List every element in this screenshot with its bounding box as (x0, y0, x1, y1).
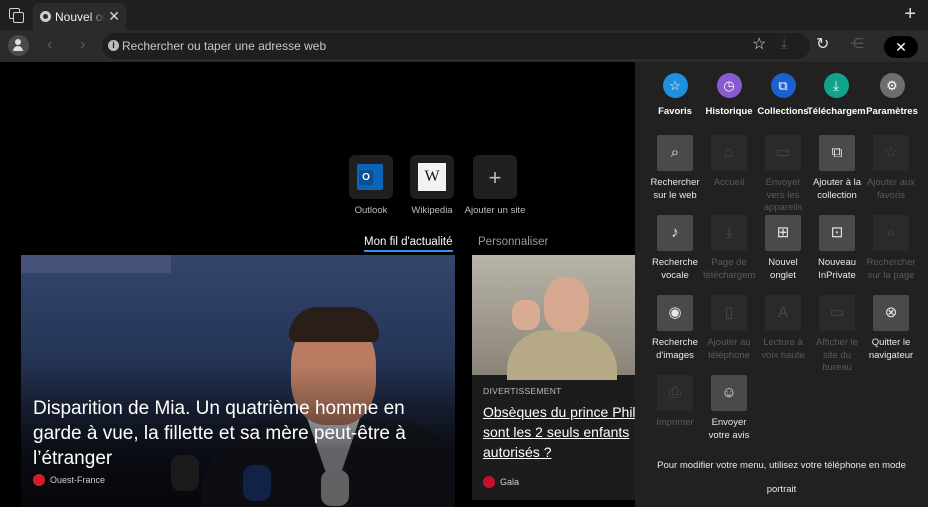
refresh-icon[interactable]: ↻ (816, 34, 829, 54)
menu-download-page: ⤓ Page de téléchargement (703, 215, 755, 294)
forward-arrow-icon[interactable]: › (80, 36, 85, 54)
history-icon: ◷ (716, 73, 742, 98)
desktop-site-icon: ▭ (819, 295, 855, 331)
news-headline[interactable]: Disparition de Mia. Un quatrième homme e… (33, 396, 433, 471)
top-site-label: Wikipedia (411, 205, 453, 216)
download-icon: ⤓ (823, 73, 849, 98)
tab-personalize[interactable]: Personnaliser (478, 236, 548, 248)
info-icon[interactable]: i (108, 40, 119, 51)
menu-favorites[interactable]: ☆ Favoris (645, 73, 705, 117)
top-site-outlook[interactable]: O Outlook (340, 155, 402, 217)
menu-find-on-page: ⌕ Rechercher sur la page (865, 215, 917, 294)
top-site-wikipedia[interactable]: W Wikipedia (401, 155, 463, 217)
new-tab-icon: ⊞ (765, 215, 801, 251)
download-page-icon: ⤓ (711, 215, 747, 251)
home-icon: ⌂ (711, 135, 747, 171)
news-source: Ouest-France (33, 474, 105, 486)
print-icon: ⎙ (657, 375, 693, 411)
menu-collections[interactable]: ⧉ Collections (753, 73, 813, 117)
microphone-icon: ♪ (657, 215, 693, 251)
new-tab-button[interactable]: + (904, 3, 916, 25)
address-input[interactable]: Rechercher ou taper une adresse web (122, 39, 326, 53)
menu-downloads[interactable]: ⤓ Téléchargements (807, 73, 865, 117)
tab-title: Nouvel onglet (55, 10, 105, 24)
news-headline[interactable]: Obsèques du prince Philip : qui sont les… (483, 402, 635, 462)
wikipedia-icon: W (418, 163, 446, 191)
top-site-label: Ajouter un site (464, 205, 526, 216)
menu-send-to-devices: ▭ Envoyer vers les appareils (757, 135, 809, 214)
collections-icon: ⧉ (770, 73, 796, 98)
menu-settings[interactable]: ⚙ Paramètres (862, 73, 922, 117)
inprivate-icon: ⊡ (819, 215, 855, 251)
tab-my-feed[interactable]: Mon fil d'actualité (364, 236, 453, 252)
tab-actions-icon[interactable] (6, 5, 26, 25)
read-aloud-icon: A (765, 295, 801, 331)
menu-top-row: ☆ Favoris ◷ Historique ⧉ Collections ⤓ T… (635, 62, 928, 122)
add-to-collection-icon: ⧉ (819, 135, 855, 171)
news-card-side[interactable]: DIVERTISSEMENT Obsèques du prince Philip… (472, 255, 635, 500)
menu-read-aloud: A Lecture à voix haute (757, 295, 809, 374)
menu-send-feedback[interactable]: ☺ Envoyer votre avis (703, 375, 755, 454)
outlook-icon: O (357, 164, 383, 190)
send-to-devices-icon: ▭ (765, 135, 801, 171)
star-icon: ☆ (662, 73, 688, 98)
menu-history[interactable]: ◷ Historique (699, 73, 759, 117)
add-site-tile[interactable]: + Ajouter un site (464, 155, 526, 217)
tab-close-icon[interactable]: ✕ (108, 8, 120, 24)
tab-new-tab[interactable]: Nouvel onglet ✕ (33, 3, 126, 30)
menu-image-search[interactable]: ◉ Recherche d'images (649, 295, 701, 374)
feedback-icon: ☺ (711, 375, 747, 411)
top-site-label: Outlook (354, 205, 388, 216)
news-image (472, 255, 635, 380)
browser-menu: ☆ Favoris ◷ Historique ⧉ Collections ⤓ T… (635, 62, 928, 507)
search-icon: ⌕ (657, 135, 693, 171)
plus-icon: + (488, 165, 502, 190)
quit-icon: ⊗ (873, 295, 909, 331)
menu-search-web[interactable]: ⌕ Rechercher sur le web (649, 135, 701, 214)
menu-add-to-phone: ▯ Ajouter au téléphone (703, 295, 755, 374)
menu-add-to-collection[interactable]: ⧉ Ajouter à la collection (811, 135, 863, 214)
menu-desktop-site: ▭ Afficher le site du bureau (811, 295, 863, 374)
address-bar[interactable]: i Rechercher ou taper une adresse web (102, 33, 810, 59)
back-arrow-icon[interactable]: ‹ (47, 36, 52, 54)
share-icon: ⋲ (850, 35, 864, 51)
source-logo-icon (483, 476, 495, 488)
source-logo-icon (33, 474, 45, 486)
profile-icon[interactable] (8, 35, 29, 56)
menu-quit-browser[interactable]: ⊗ Quitter le navigateur (865, 295, 917, 374)
menu-footer-hint: Pour modifier votre menu, utilisez votre… (657, 460, 906, 495)
find-on-page-icon: ⌕ (873, 215, 909, 251)
add-to-phone-icon: ▯ (711, 295, 747, 331)
tab-strip: Nouvel onglet ✕ + (0, 0, 928, 30)
add-favorite-icon: ☆ (873, 135, 909, 171)
news-card-main[interactable]: Disparition de Mia. Un quatrième homme e… (21, 255, 455, 507)
tab-favicon-icon (40, 11, 51, 22)
download-icon: ⤓ (781, 35, 788, 51)
news-source: Gala (483, 476, 519, 488)
settings-icon: ⚙ (879, 73, 905, 98)
news-category: DIVERTISSEMENT (483, 386, 562, 396)
menu-home: ⌂ Accueil (703, 135, 755, 214)
menu-new-tab[interactable]: ⊞ Nouvel onglet (757, 215, 809, 294)
favorite-star-icon[interactable]: ☆ (752, 34, 766, 54)
menu-new-inprivate[interactable]: ⊡ Nouveau InPrivate (811, 215, 863, 294)
menu-voice-search[interactable]: ♪ Recherche vocale (649, 215, 701, 294)
toolbar: ‹ › i Rechercher ou taper une adresse we… (0, 30, 928, 62)
camera-icon: ◉ (657, 295, 693, 331)
close-menu-button[interactable]: ✕ (884, 36, 918, 58)
menu-print: ⎙ Imprimer (649, 375, 701, 454)
menu-add-favorite: ☆ Ajouter aux favoris (865, 135, 917, 214)
